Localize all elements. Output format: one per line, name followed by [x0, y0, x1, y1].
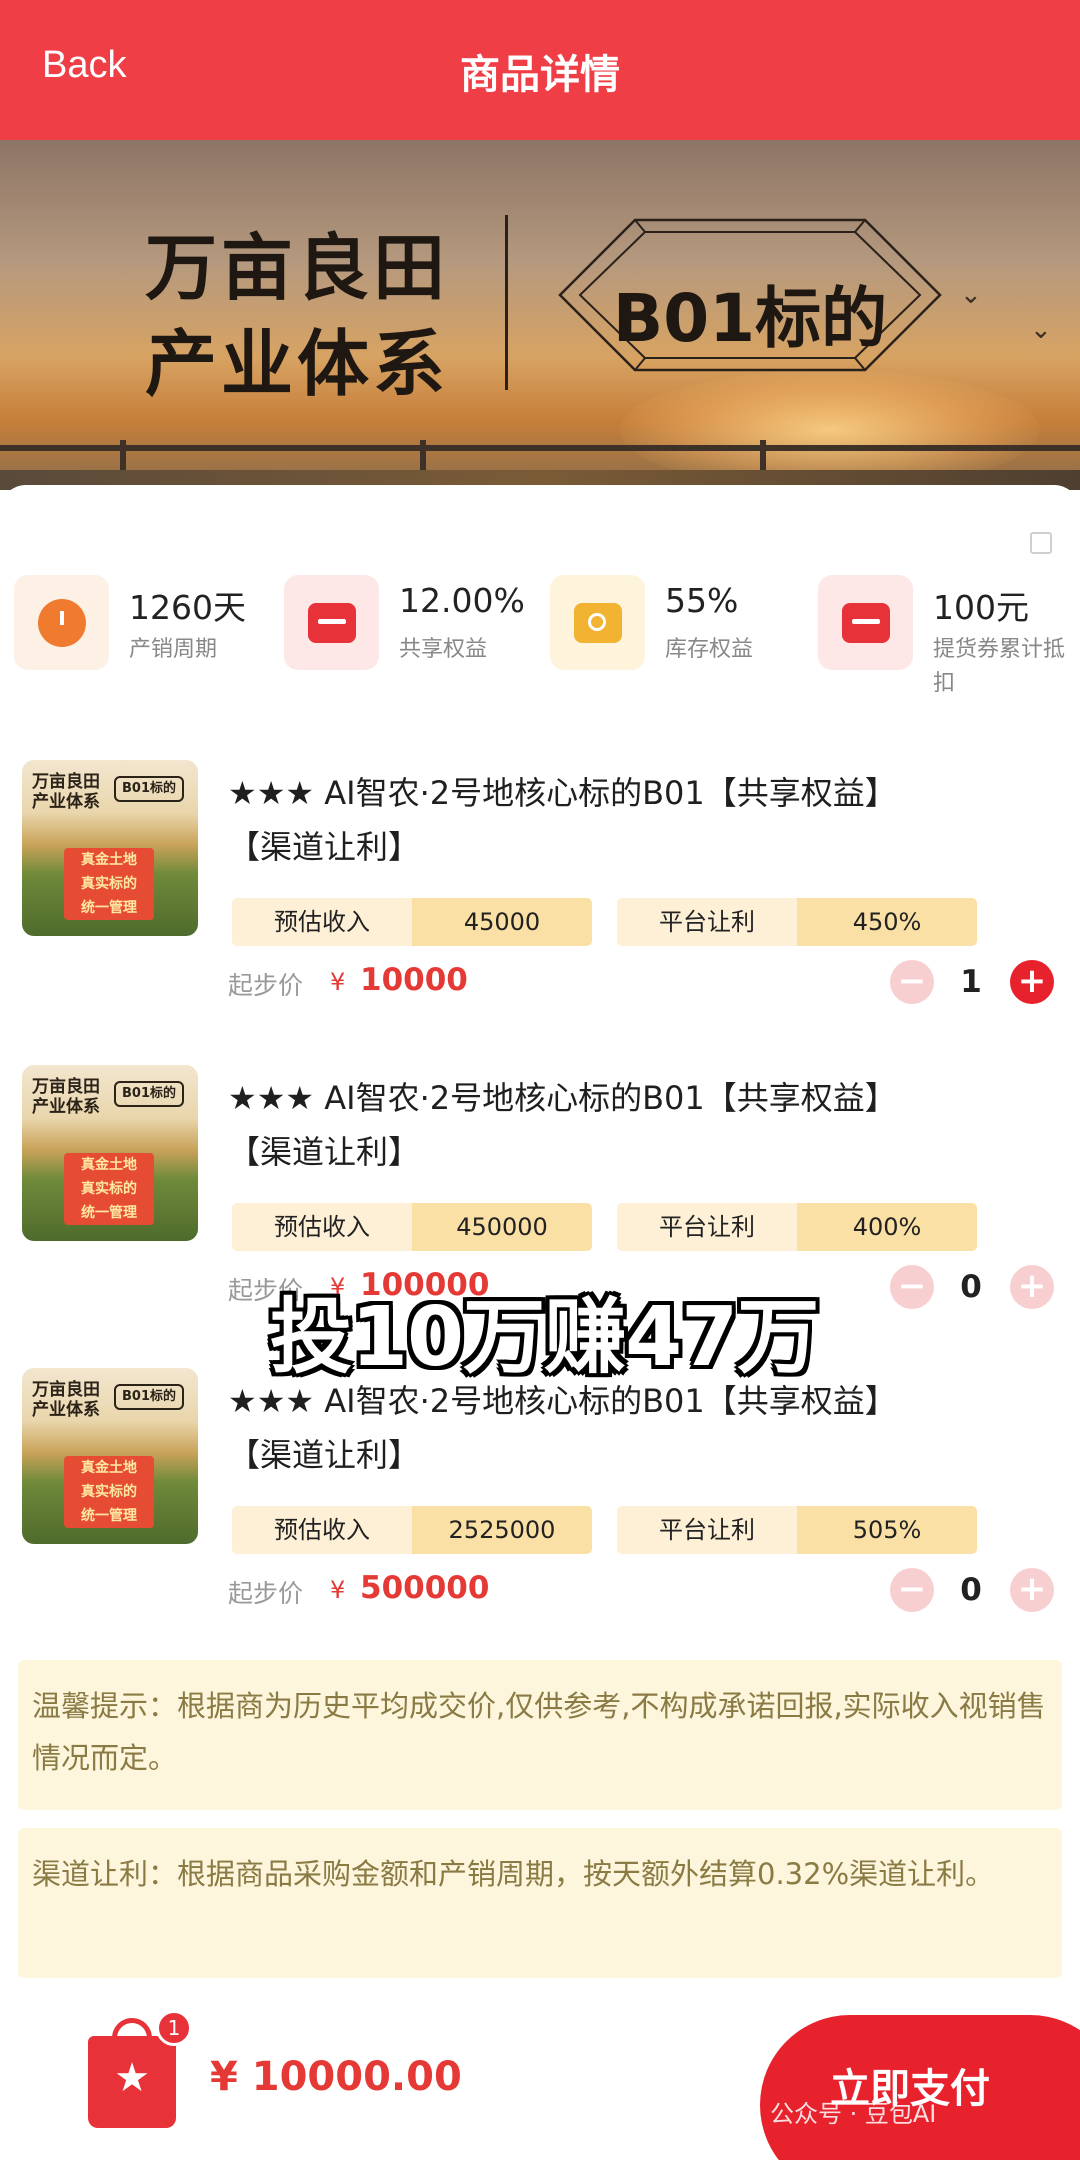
product-thumbnail[interactable]: 万亩良田 产业体系 B01标的 真金土地 真实标的 统一管理	[22, 760, 198, 936]
stat-value: 100元	[933, 588, 1029, 627]
stat-value: 55%	[665, 581, 739, 620]
tip-notice: 温馨提示：根据商为历史平均成交价,仅供参考,不构成承诺回报,实际收入视销售情况而…	[18, 1660, 1062, 1810]
channel-notice: 渠道让利：根据商品采购金额和产销周期，按天额外结算0.32%渠道让利。	[18, 1828, 1062, 1978]
stat-label: 共享权益	[399, 637, 488, 662]
quantity-value: 1	[960, 964, 982, 1000]
bird-icon: ⌄	[960, 280, 982, 310]
bird-icon: ⌄	[1030, 315, 1052, 345]
banner-badge-text: B01标的	[612, 280, 888, 357]
start-price: 10000	[360, 962, 468, 998]
price-label: 起步价	[228, 1579, 304, 1608]
stat-label: 产销周期	[129, 637, 218, 662]
product-title[interactable]: ★★★ AI智农·2号地核心标的B01【共享权益】 【渠道让利】	[228, 766, 1028, 874]
currency-symbol: ¥	[330, 968, 346, 996]
banner-divider	[505, 215, 508, 390]
search-box-icon	[550, 575, 645, 670]
product-title[interactable]: ★★★ AI智农·2号地核心标的B01【共享权益】 【渠道让利】	[228, 1071, 1028, 1179]
stat-cycle: 1260天 产销周期	[14, 575, 264, 685]
decrease-button[interactable]: −	[890, 1265, 934, 1309]
stat-label: 提货券累计抵扣	[933, 637, 1066, 696]
product-thumbnail[interactable]: 万亩良田 产业体系 B01标的 真金土地 真实标的 统一管理	[22, 1065, 198, 1241]
total-price: ¥ 10000.00	[210, 2054, 462, 2100]
stat-value: 1260天	[129, 588, 246, 627]
quantity-value: 0	[960, 1572, 982, 1608]
start-price: 500000	[360, 1570, 490, 1606]
banner-slogan-line: 产业体系	[145, 321, 450, 406]
discount-pill: 平台让利 505%	[617, 1506, 977, 1554]
banner-slogan: 万亩良田 产业体系	[145, 220, 449, 412]
quantity-value: 0	[960, 1269, 982, 1305]
select-checkbox[interactable]	[1030, 532, 1052, 554]
page-title: 商品详情	[460, 52, 620, 98]
product-title[interactable]: ★★★ AI智农·2号地核心标的B01【共享权益】 【渠道让利】	[228, 1374, 1028, 1482]
stat-value: 12.00%	[399, 581, 525, 620]
discount-pill: 平台让利 450%	[617, 898, 977, 946]
product-item[interactable]: 万亩良田 产业体系 B01标的 真金土地 真实标的 统一管理 ★★★ AI智农·2号地…	[0, 760, 1080, 1050]
increase-button[interactable]: +	[1010, 1568, 1054, 1612]
banner-slogan-line: 万亩良田	[145, 225, 450, 310]
product-thumbnail[interactable]: 万亩良田 产业体系 B01标的 真金土地 真实标的 统一管理	[22, 1368, 198, 1544]
income-pill: 预估收入 2525000	[232, 1506, 592, 1554]
top-nav-bar: Back 商品详情	[0, 0, 1080, 140]
income-pill: 预估收入 45000	[232, 898, 592, 946]
overlay-caption: 投10万赚47万	[270, 1290, 819, 1385]
discount-pill: 平台让利 400%	[617, 1203, 977, 1251]
currency-symbol: ¥	[330, 1576, 346, 1604]
stat-shared-equity: 12.00% 共享权益	[284, 575, 534, 685]
cart-button[interactable]: ★ 1	[88, 2010, 192, 2128]
income-pill: 预估收入 450000	[232, 1203, 592, 1251]
product-item[interactable]: 万亩良田 产业体系 B01标的 真金土地 真实标的 统一管理 ★★★ AI智农·2号地…	[0, 1368, 1080, 1658]
product-banner: 万亩良田 产业体系 B01标的 ⌄ ⌄	[0, 140, 1080, 490]
cart-count-badge: 1	[156, 2010, 192, 2046]
wallet-icon	[284, 575, 379, 670]
stat-voucher: 100元 提货券累计抵扣	[818, 575, 1068, 696]
stat-inventory-equity: 55% 库存权益	[550, 575, 800, 685]
wallet-icon	[818, 575, 913, 670]
increase-button[interactable]: +	[1010, 960, 1054, 1004]
star-icon: ★	[114, 2055, 150, 2101]
decrease-button[interactable]: −	[890, 960, 934, 1004]
increase-button[interactable]: +	[1010, 1265, 1054, 1309]
decrease-button[interactable]: −	[890, 1568, 934, 1612]
stat-label: 库存权益	[665, 637, 754, 662]
price-label: 起步价	[228, 971, 304, 1000]
watermark: 公众号 · 豆包AI	[770, 2100, 937, 2128]
irrigation-beam	[0, 445, 1080, 451]
timer-icon	[14, 575, 109, 670]
